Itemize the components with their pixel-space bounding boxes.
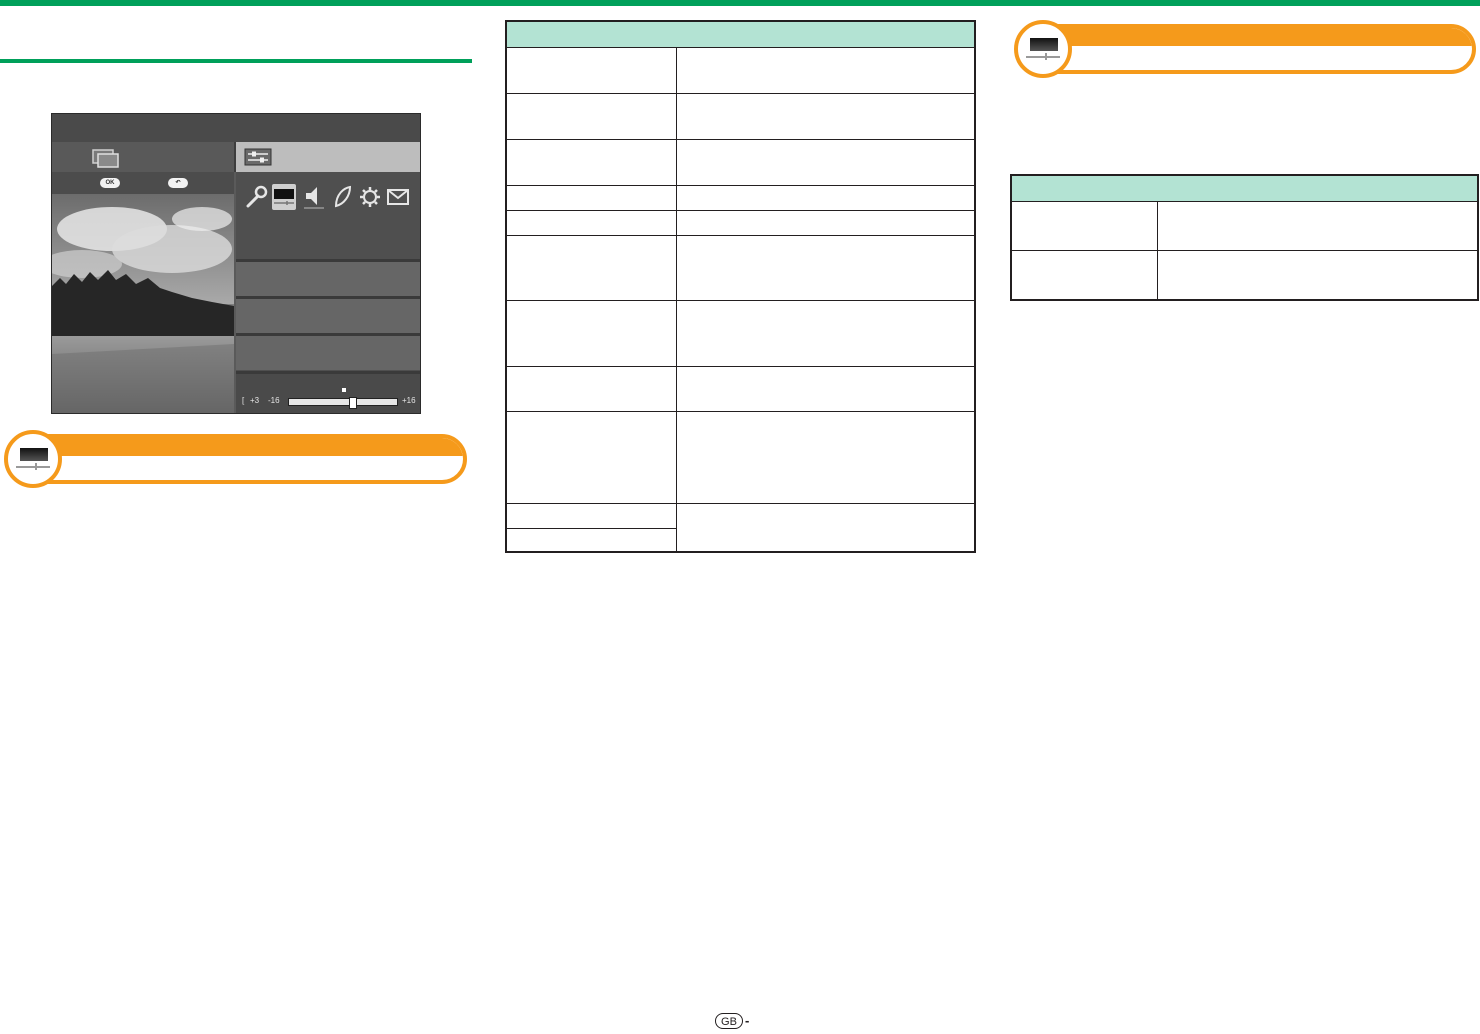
options-table: [1010, 174, 1479, 301]
button-hint-bar: OK ↶: [52, 172, 234, 194]
slider-current-value: +3: [250, 396, 260, 405]
top-accent-bar: [0, 0, 1480, 6]
section-banner-right: [1010, 20, 1476, 78]
menu-tab-bar: [52, 142, 420, 172]
table-row: [507, 186, 974, 211]
tv-menu-screen: OK ↶ [+3 -16 +16: [51, 113, 421, 414]
table-row: [507, 211, 974, 236]
table-header: [1012, 176, 1477, 202]
slider-center-marker: [342, 388, 346, 392]
banner-bar: [1024, 24, 1476, 74]
tab-menu[interactable]: [52, 142, 234, 172]
envelope-icon[interactable]: [386, 184, 410, 210]
wrench-icon[interactable]: [244, 184, 268, 210]
column-divider: [1157, 202, 1158, 299]
landscape-preview-image: [52, 194, 234, 413]
menu-item-1[interactable]: [236, 259, 420, 296]
table-row-merged: [507, 504, 974, 553]
menu-title-bar: [52, 114, 420, 142]
region-code-badge: GB: [715, 1013, 743, 1029]
table-row: [507, 48, 974, 94]
table-row: [507, 140, 974, 186]
slider-thumb[interactable]: [349, 397, 358, 409]
slider-min-label: -16: [268, 396, 280, 405]
menu-item-2[interactable]: [236, 296, 420, 333]
gear-icon[interactable]: [358, 184, 382, 210]
section-divider: [0, 59, 472, 63]
leaf-icon[interactable]: [330, 184, 354, 210]
table-row: [507, 367, 974, 412]
column-divider: [676, 48, 677, 551]
settings-icon-row: [244, 184, 420, 212]
speaker-icon[interactable]: [302, 184, 326, 210]
picture-settings-icon: [1014, 20, 1072, 78]
menu-item-3[interactable]: [236, 333, 420, 370]
windows-icon: [92, 149, 119, 168]
slider-max-label: +16: [402, 396, 416, 405]
picture-icon[interactable]: [272, 184, 296, 210]
picture-settings-icon: [4, 430, 62, 488]
settings-panel: [ +3 -16 +16: [236, 172, 420, 413]
adjustment-slider[interactable]: [ +3 -16 +16: [236, 371, 420, 413]
table-header: [507, 22, 974, 48]
tab-settings[interactable]: [236, 142, 420, 172]
table-row: [1012, 202, 1477, 251]
table-row: [507, 412, 974, 504]
table-row: [507, 301, 974, 367]
table-row: [507, 94, 974, 140]
settings-table: [505, 20, 976, 553]
table-row: [1012, 251, 1477, 299]
banner-bar: [14, 434, 467, 484]
page-number-separator: -: [745, 1013, 750, 1028]
ok-button-hint: OK: [100, 178, 120, 188]
table-row: [507, 236, 974, 301]
back-button-hint: ↶: [168, 178, 188, 188]
slider-track[interactable]: [288, 397, 398, 409]
slider-bracket: [: [242, 396, 245, 405]
section-banner-left: [0, 430, 467, 488]
adjust-icon: [244, 148, 272, 166]
